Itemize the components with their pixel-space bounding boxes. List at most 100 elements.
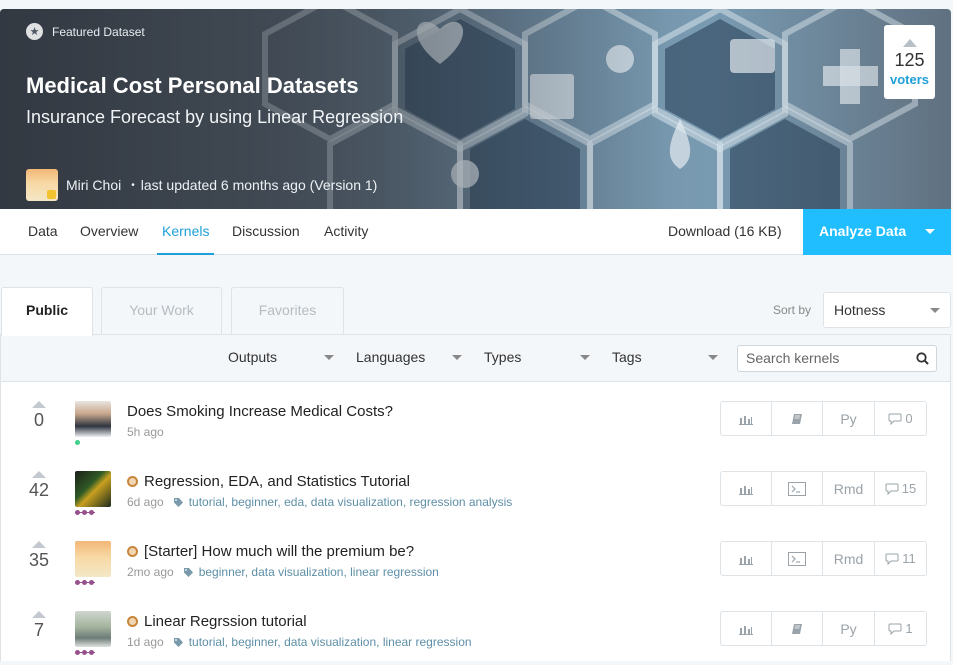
upvote-arrow-icon — [32, 541, 46, 548]
voters-label: voters — [889, 72, 930, 87]
kernel-meta: 2mo ago beginner, data visualization, li… — [127, 565, 439, 579]
analyze-data-button[interactable]: Analyze Data — [803, 209, 951, 255]
kernel-type-button[interactable] — [772, 402, 823, 435]
tier-indicator — [75, 650, 94, 656]
upvote-arrow-icon — [32, 401, 46, 408]
search-kernels-input[interactable] — [746, 350, 906, 366]
download-button[interactable]: Download (16 KB) — [668, 209, 782, 255]
kernel-comments-button[interactable]: 11 — [875, 542, 926, 575]
kernel-tags[interactable]: tutorial, beginner, eda, data visualizat… — [189, 495, 513, 509]
kernel-comments-button[interactable]: 15 — [875, 472, 926, 505]
comment-icon — [888, 413, 902, 425]
kernel-vote-count: 35 — [28, 550, 50, 570]
author-name[interactable]: Miri Choi — [66, 177, 121, 193]
kernel-tags[interactable]: beginner, data visualization, linear reg… — [199, 565, 439, 579]
upvote-arrow-icon — [32, 471, 46, 478]
kernel-type-button[interactable] — [772, 472, 823, 505]
comment-icon — [885, 553, 899, 565]
kernel-author-avatar[interactable] — [75, 471, 111, 507]
star-icon: ★ — [26, 23, 43, 40]
kernel-type-button[interactable] — [772, 542, 823, 575]
kernel-title[interactable]: Does Smoking Increase Medical Costs? — [127, 403, 393, 420]
kernel-language: Rmd — [823, 542, 875, 575]
kernel-time: 5h ago — [127, 425, 164, 439]
tab-kernels[interactable]: Kernels — [157, 209, 215, 255]
comment-icon — [888, 623, 902, 635]
kernels-tab-your-work[interactable]: Your Work — [101, 287, 222, 335]
output-chart-button[interactable] — [721, 542, 772, 575]
chevron-down-icon[interactable] — [925, 229, 935, 234]
tag-icon — [183, 567, 193, 577]
analyze-data-label: Analyze Data — [819, 223, 907, 239]
kernel-title[interactable]: [Starter] How much will the premium be? — [127, 543, 414, 560]
author-row: Miri Choi • last updated 6 months ago (V… — [26, 169, 377, 201]
filter-bar: Outputs Languages Types Tags — [1, 335, 950, 382]
last-updated: last updated 6 months ago (Version 1) — [140, 177, 378, 193]
output-chart-button[interactable] — [721, 612, 772, 645]
notebook-icon — [792, 413, 802, 424]
kernel-time: 6d ago — [127, 495, 164, 509]
tab-discussion[interactable]: Discussion — [232, 209, 300, 255]
kernel-title[interactable]: Linear Regrssion tutorial — [127, 613, 307, 630]
bar-chart-icon — [739, 415, 753, 425]
filter-outputs[interactable]: Outputs — [228, 335, 336, 381]
separator-dot: • — [131, 179, 135, 191]
tier-indicator — [75, 580, 94, 586]
featured-badge: ★ Featured Dataset — [26, 23, 145, 40]
kernel-author-avatar[interactable] — [75, 401, 111, 437]
kernel-row: 7 Linear Regrssion tutorial 1d ago tutor… — [1, 595, 950, 665]
tab-activity[interactable]: Activity — [324, 209, 368, 255]
tier-indicator — [75, 510, 94, 516]
kernel-row: 35 [Starter] How much will the premium b… — [1, 525, 950, 595]
kernel-author-avatar[interactable] — [75, 611, 111, 647]
filter-tags[interactable]: Tags — [612, 335, 720, 381]
sort-by-label: Sort by — [773, 303, 812, 317]
tab-overview[interactable]: Overview — [80, 209, 138, 255]
output-chart-button[interactable] — [721, 402, 772, 435]
dataset-vote-button[interactable]: 125 voters — [884, 25, 935, 99]
kernel-title-text: Linear Regrssion tutorial — [144, 613, 307, 630]
kernel-type-button[interactable] — [772, 612, 823, 645]
author-avatar[interactable] — [26, 169, 58, 201]
kernel-language: Rmd — [823, 472, 875, 505]
kernel-comments-button[interactable]: 1 — [875, 612, 926, 645]
search-icon[interactable] — [916, 352, 929, 365]
kernel-vote-button[interactable]: 42 — [24, 471, 54, 501]
kernels-panel: Outputs Languages Types Tags 0 — [0, 334, 951, 661]
filter-types[interactable]: Types — [484, 335, 592, 381]
kernel-vote-count: 7 — [33, 620, 44, 640]
filter-languages-label: Languages — [356, 349, 426, 365]
medal-icon — [127, 476, 138, 487]
kernel-vote-button[interactable]: 35 — [24, 541, 54, 571]
filter-languages[interactable]: Languages — [356, 335, 464, 381]
kernel-meta: 5h ago — [127, 425, 164, 439]
kernel-language: Py — [823, 612, 875, 645]
output-chart-button[interactable] — [721, 472, 772, 505]
tab-data[interactable]: Data — [28, 209, 58, 255]
kernels-tab-favorites[interactable]: Favorites — [231, 287, 344, 335]
kernel-title[interactable]: Regression, EDA, and Statistics Tutorial — [127, 473, 410, 490]
kernel-row: 0 Does Smoking Increase Medical Costs? 5… — [1, 385, 950, 455]
kernel-vote-button[interactable]: 0 — [24, 401, 54, 431]
kernels-tab-public[interactable]: Public — [1, 287, 93, 336]
kernel-author-avatar[interactable] — [75, 541, 111, 577]
kernel-actions: Rmd 11 — [720, 541, 927, 576]
kernel-tags[interactable]: tutorial, beginner, data visualization, … — [189, 635, 472, 649]
kernel-actions: Py 0 — [720, 401, 927, 436]
kernel-comment-count: 0 — [905, 411, 913, 426]
bar-chart-icon — [739, 555, 753, 565]
dataset-subtitle: Insurance Forecast by using Linear Regre… — [26, 107, 404, 127]
kernel-comments-button[interactable]: 0 — [875, 402, 926, 435]
kernel-language: Py — [823, 402, 875, 435]
kernel-title-text: Regression, EDA, and Statistics Tutorial — [144, 473, 410, 490]
kernel-row: 42 Regression, EDA, and Statistics Tutor… — [1, 455, 950, 525]
kernel-actions: Rmd 15 — [720, 471, 927, 506]
kernel-vote-button[interactable]: 7 — [24, 611, 54, 641]
kernel-meta: 6d ago tutorial, beginner, eda, data vis… — [127, 495, 512, 509]
upvote-arrow-icon — [902, 39, 917, 47]
tag-icon — [173, 497, 183, 507]
kernel-title-text: [Starter] How much will the premium be? — [144, 543, 415, 560]
dataset-nav: Data Overview Kernels Discussion Activit… — [0, 209, 951, 255]
kernel-actions: Py 1 — [720, 611, 927, 646]
sort-select[interactable]: Hotness — [823, 292, 951, 328]
